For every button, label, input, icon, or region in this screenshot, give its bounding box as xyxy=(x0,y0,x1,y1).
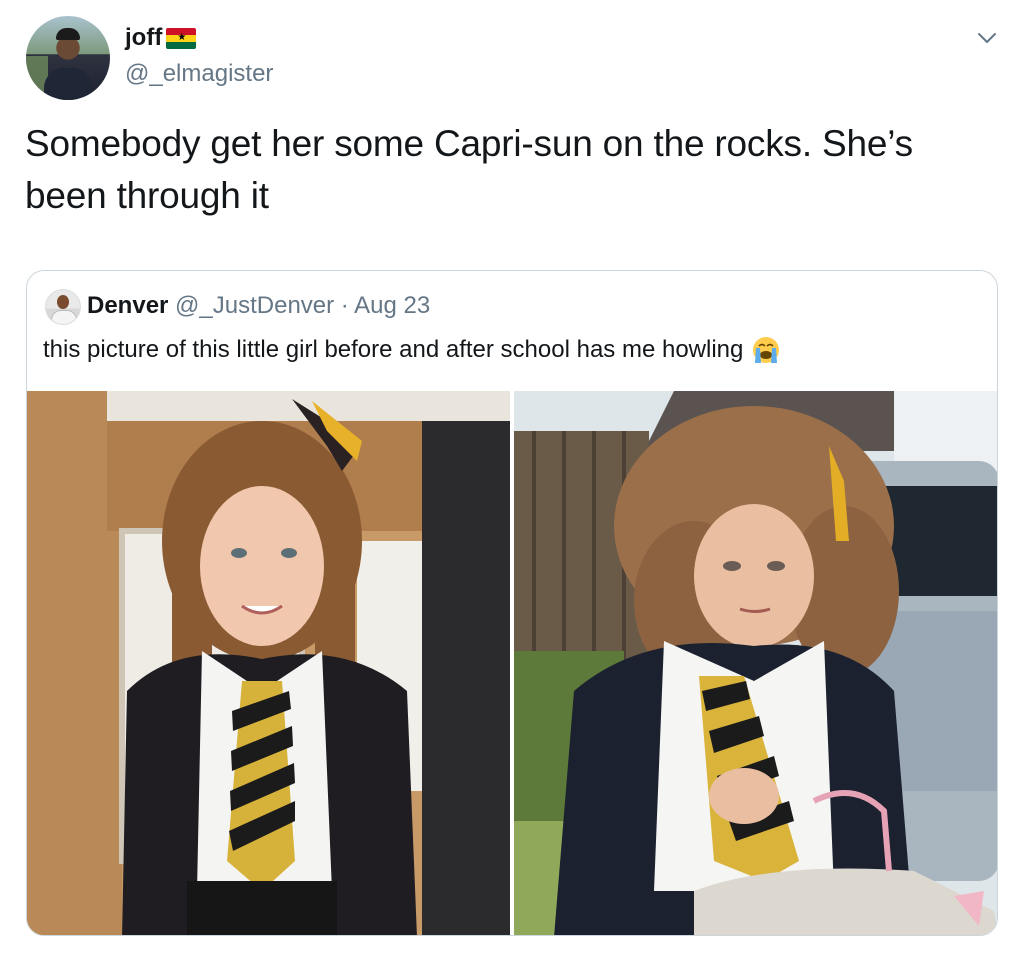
quoted-tweet-date[interactable]: Aug 23 xyxy=(354,292,430,319)
tweet-text: Somebody get her some Capri-sun on the r… xyxy=(25,123,913,216)
quoted-author-name[interactable]: Denver xyxy=(87,292,168,319)
quoted-tweet-header: Denver @_JustDenver · Aug 23 xyxy=(87,291,430,321)
author-handle[interactable]: @_elmagister xyxy=(125,60,273,88)
quoted-tweet[interactable]: Denver @_JustDenver · Aug 23 this pictur… xyxy=(26,270,998,936)
chevron-down-icon[interactable] xyxy=(975,26,999,50)
quoted-tweet-text-row: this picture of this little girl before … xyxy=(43,333,781,367)
quoted-tweet-text: this picture of this little girl before … xyxy=(43,336,744,363)
ghana-flag-icon: ★ xyxy=(166,27,197,49)
author-display-name[interactable]: joff xyxy=(125,24,162,52)
after-school-photo[interactable] xyxy=(514,391,998,936)
quoted-tweet-media xyxy=(27,391,998,936)
author-avatar[interactable] xyxy=(26,16,110,100)
author-name-row[interactable]: joff ★ xyxy=(125,24,197,52)
quoted-author-handle[interactable]: @_JustDenver xyxy=(175,292,334,319)
loudly-crying-face-icon xyxy=(753,337,780,363)
meta-separator: · xyxy=(334,292,355,319)
quoted-author-avatar[interactable] xyxy=(45,289,81,325)
before-school-photo[interactable] xyxy=(27,391,510,936)
tweet-card: joff ★ @_elmagister Somebody get her som… xyxy=(0,0,1024,962)
